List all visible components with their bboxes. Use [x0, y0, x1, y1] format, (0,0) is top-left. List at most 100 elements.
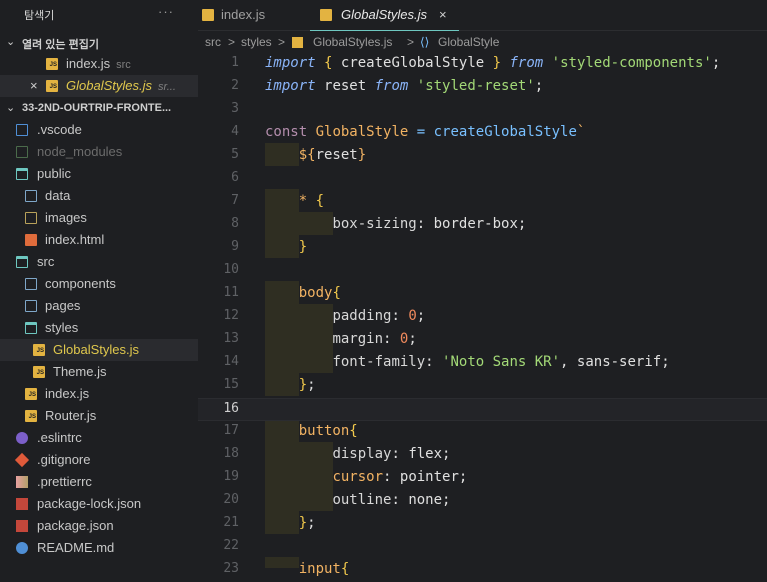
line-number: 17	[223, 423, 239, 438]
token: ;	[416, 308, 426, 324]
tree-item[interactable]: package-lock.json	[0, 493, 198, 515]
line-number: 1	[231, 55, 239, 70]
tree-item[interactable]: .prettierrc	[0, 471, 198, 493]
open-editors-section[interactable]: ⌄ 열려 있는 편집기	[0, 32, 198, 54]
tree-item[interactable]: .eslintrc	[0, 427, 198, 449]
tree-item[interactable]: src	[0, 251, 198, 273]
breadcrumb-symbol[interactable]: GlobalStyle	[438, 30, 499, 54]
tree-item[interactable]: images	[0, 207, 198, 229]
tree-item[interactable]: node_modules	[0, 141, 198, 163]
git-icon	[14, 452, 30, 468]
token: {	[315, 193, 325, 209]
tree-item-selected[interactable]: GlobalStyles.js	[0, 339, 198, 361]
token: padding	[332, 308, 392, 324]
token: flex	[408, 446, 443, 462]
more-actions-icon[interactable]: ···	[158, 4, 174, 19]
folder-open-icon	[25, 322, 37, 334]
tree-item[interactable]: Router.js	[0, 405, 198, 427]
open-editor-name: GlobalStyles.js	[66, 78, 152, 93]
tree-item[interactable]: styles	[0, 317, 198, 339]
symbol-icon: ⟨⟩	[420, 35, 430, 49]
open-editor-item-active[interactable]: × GlobalStyles.js sr...	[0, 75, 198, 97]
tree-item-label: pages	[45, 298, 81, 313]
code-line: 2 import reset from 'styled-reset';	[198, 76, 767, 99]
token: createGlobalStyle	[433, 124, 577, 140]
code-line: 11 body{	[198, 283, 767, 306]
tree-item-label: GlobalStyles.js	[53, 342, 139, 357]
tree-item[interactable]: pages	[0, 295, 198, 317]
code-line: 19 cursor: pointer;	[198, 467, 767, 490]
token: :	[416, 216, 426, 232]
tree-item[interactable]: index.js	[0, 383, 198, 405]
token: ;	[711, 55, 721, 71]
js-file-icon	[202, 9, 214, 21]
code-text: input{	[265, 561, 350, 577]
token: ;	[442, 492, 451, 508]
js-file-icon	[25, 410, 37, 424]
code-line: 10	[198, 260, 767, 283]
js-file-icon	[33, 344, 45, 358]
code-editor[interactable]: 1 import { createGlobalStyle } from 'sty…	[198, 54, 767, 577]
tree-item[interactable]: index.html	[0, 229, 198, 251]
code-text: margin: 0;	[265, 331, 416, 347]
code-text: import { createGlobalStyle } from 'style…	[265, 55, 720, 71]
tree-item-label: index.html	[45, 232, 105, 247]
tree-item[interactable]: public	[0, 163, 198, 185]
code-line: 3	[198, 99, 767, 122]
tree-item[interactable]: .gitignore	[0, 449, 198, 471]
breadcrumb-file[interactable]: GlobalStyles.js	[313, 30, 392, 54]
code-line: 20 outline: none;	[198, 490, 767, 513]
tab-globalstyles-js[interactable]: GlobalStyles.js ×	[310, 0, 459, 31]
line-number: 21	[223, 515, 239, 530]
open-editor-path: sr...	[157, 81, 176, 93]
tree-item-label: README.md	[37, 540, 115, 555]
token: import	[265, 55, 316, 71]
token: border-box	[433, 216, 518, 232]
code-text: button{	[265, 423, 358, 439]
line-number: 10	[223, 262, 239, 277]
tab-label: GlobalStyles.js	[341, 7, 427, 22]
tree-item[interactable]: .vscode	[0, 119, 198, 141]
token: GlobalStyle	[315, 124, 409, 140]
token: ${	[298, 147, 316, 163]
code-line-current: 16	[198, 398, 767, 421]
explorer-header: 탐색기 ···	[0, 0, 198, 30]
tree-item[interactable]: README.md	[0, 537, 198, 559]
tree-item[interactable]: data	[0, 185, 198, 207]
line-number: 22	[223, 538, 239, 553]
code-line: 15 };	[198, 375, 767, 398]
code-text: display: flex;	[265, 446, 450, 462]
tree-item-label: package-lock.json	[37, 496, 142, 511]
token: 'styled-reset'	[416, 78, 535, 94]
tree-item[interactable]: Theme.js	[0, 361, 198, 383]
code-text: * {	[265, 193, 324, 209]
chevron-right-icon: >	[278, 35, 286, 49]
code-line: 23 input{	[198, 559, 767, 582]
token: }	[298, 515, 308, 531]
tree-item[interactable]: components	[0, 273, 198, 295]
close-icon[interactable]: ×	[30, 75, 38, 97]
code-text: };	[265, 515, 316, 531]
tree-item-label: src	[37, 254, 55, 269]
breadcrumb-styles[interactable]: styles	[241, 30, 272, 54]
token: input	[298, 561, 341, 577]
token: font-family	[332, 354, 426, 370]
token: button	[298, 423, 350, 439]
npm-icon	[16, 520, 28, 532]
token: }	[298, 377, 308, 393]
code-text: const GlobalStyle = createGlobalStyle`	[265, 124, 585, 140]
breadcrumb-src[interactable]: src	[205, 30, 221, 54]
line-number: 18	[223, 446, 239, 461]
tree-item[interactable]: package.json	[0, 515, 198, 537]
token: `	[576, 124, 586, 140]
tab-index-js[interactable]: index.js	[198, 0, 308, 30]
open-editor-item[interactable]: index.js src	[0, 53, 198, 75]
token: {	[324, 55, 333, 71]
project-section[interactable]: ⌄ 33-2ND-OURTRIP-FRONTE...	[0, 98, 198, 120]
code-text: };	[265, 377, 316, 393]
code-text: }	[265, 239, 307, 255]
close-tab-icon[interactable]: ×	[439, 0, 447, 30]
tree-item-label: styles	[45, 320, 79, 335]
token: ;	[442, 446, 451, 462]
line-number: 11	[223, 285, 239, 300]
